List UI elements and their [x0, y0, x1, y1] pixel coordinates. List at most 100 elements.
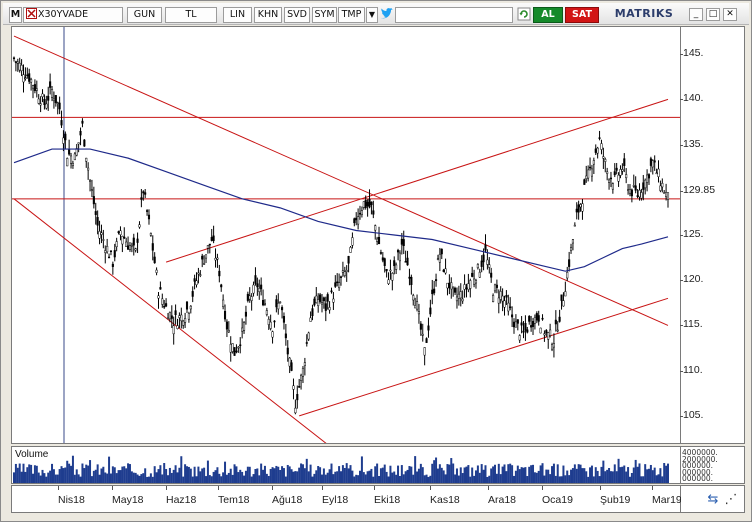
close-icon[interactable]: ✕ — [723, 8, 737, 21]
volume-bar — [659, 468, 662, 483]
sym-button[interactable]: SYM — [312, 7, 337, 23]
x-tick-label: Eyl18 — [322, 486, 349, 506]
scroll-icon[interactable]: ⇆ — [705, 492, 721, 508]
candle-body — [231, 343, 234, 352]
candle-body — [497, 297, 500, 304]
candle-body — [208, 243, 211, 246]
volume-panel[interactable]: Volume — [11, 446, 681, 484]
x-tick-label: Mar19 — [652, 486, 682, 506]
sell-button[interactable]: SAT — [565, 7, 599, 23]
menu-button[interactable]: M — [9, 7, 22, 23]
currency-selector[interactable]: TL — [165, 7, 217, 23]
candle-body — [347, 255, 350, 264]
volume-bar — [307, 471, 310, 483]
volume-bar — [146, 476, 149, 483]
buy-button[interactable]: AL — [533, 7, 563, 23]
price-chart[interactable] — [11, 26, 681, 444]
volume-bar — [579, 464, 582, 483]
candle-body — [467, 283, 470, 290]
volume-bar — [459, 467, 462, 483]
volume-bar — [482, 469, 485, 483]
volume-bar — [98, 474, 101, 483]
candle-body — [165, 303, 168, 307]
candle-body — [92, 196, 95, 205]
template-button[interactable]: TMP — [338, 7, 365, 23]
volume-bar — [442, 470, 445, 483]
candle-body — [490, 272, 493, 278]
twitter-icon[interactable] — [380, 7, 394, 23]
volume-bar — [436, 468, 439, 483]
candle-body — [30, 79, 33, 83]
volume-bar — [239, 469, 242, 483]
refresh-icon[interactable] — [517, 7, 531, 23]
scale-button[interactable]: LIN — [223, 7, 252, 23]
volume-bar — [632, 467, 635, 483]
time-axis[interactable]: Nis18 May18 Haz18 Tem18 Ağu18 Eyl18 Eki18 Kas18… — [11, 485, 682, 513]
dropdown-icon[interactable]: ▼ — [366, 7, 378, 23]
volume-bar — [311, 476, 314, 483]
maximize-icon[interactable]: □ — [706, 8, 720, 21]
candle-body — [279, 301, 282, 304]
volume-bar — [444, 474, 447, 483]
candle-body — [421, 333, 424, 336]
candle-body — [613, 171, 616, 176]
candle-body — [661, 183, 664, 188]
volume-bar — [100, 468, 103, 483]
candle-body — [301, 367, 305, 377]
candle-body — [611, 183, 614, 190]
volume-bar — [332, 474, 335, 483]
volume-bar — [115, 473, 118, 483]
volume-bar — [429, 475, 432, 483]
candle-body — [381, 257, 384, 261]
volume-bar — [667, 463, 669, 483]
candle-body — [663, 192, 666, 194]
volume-bar — [284, 476, 287, 483]
volume-tick-label: 000000. — [682, 474, 714, 483]
candle-body — [311, 308, 314, 317]
volume-bar — [109, 473, 112, 483]
toolbar: M X30YVADE GUN TL LIN KHN SVD SYM TMP ▼ … — [3, 3, 749, 25]
volume-bar — [609, 471, 612, 483]
volume-bar — [108, 456, 111, 483]
candle-body — [56, 102, 59, 104]
candle-body — [377, 237, 381, 245]
price-axis[interactable]: 145. 140. 135. 129.85 125. 120. 115. 110. 105. — [679, 26, 745, 444]
x-tick-label: Oca19 — [542, 486, 573, 506]
volume-bar — [45, 476, 48, 483]
volume-bar — [644, 464, 647, 483]
candle-body — [600, 143, 603, 150]
candle-body — [436, 258, 440, 261]
volume-bar — [606, 469, 609, 483]
volume-bar — [288, 466, 291, 483]
candle-body — [379, 252, 382, 254]
minimize-icon[interactable]: _ — [689, 8, 703, 21]
price-chart-canvas[interactable] — [12, 27, 680, 443]
volume-bar — [324, 474, 327, 483]
candle-body — [22, 74, 25, 83]
khn-button[interactable]: KHN — [254, 7, 282, 23]
volume-bar — [379, 468, 382, 483]
volume-bar — [615, 471, 618, 483]
candle-body — [43, 98, 46, 106]
candle-body — [433, 288, 436, 294]
symbol-search-input[interactable] — [395, 7, 513, 23]
volume-bar — [119, 470, 122, 483]
svd-button[interactable]: SVD — [284, 7, 310, 23]
resize-grip-icon[interactable]: ⋰ — [723, 492, 739, 508]
candle-body — [514, 321, 517, 328]
candle-body — [108, 256, 111, 259]
volume-bar — [281, 466, 284, 483]
volume-bar — [235, 466, 238, 483]
volume-bar — [106, 473, 109, 483]
volume-bar — [520, 467, 523, 483]
volume-bar — [191, 476, 194, 483]
candle-body — [372, 210, 375, 215]
volume-bar — [87, 465, 90, 483]
candle-body — [545, 330, 548, 334]
volume-bar — [431, 463, 434, 483]
symbol-selector[interactable]: X30YVADE — [23, 7, 123, 23]
period-selector[interactable]: GUN — [127, 7, 162, 23]
candle-body — [374, 225, 377, 231]
volume-bar — [218, 473, 221, 483]
candle-body — [615, 167, 618, 171]
